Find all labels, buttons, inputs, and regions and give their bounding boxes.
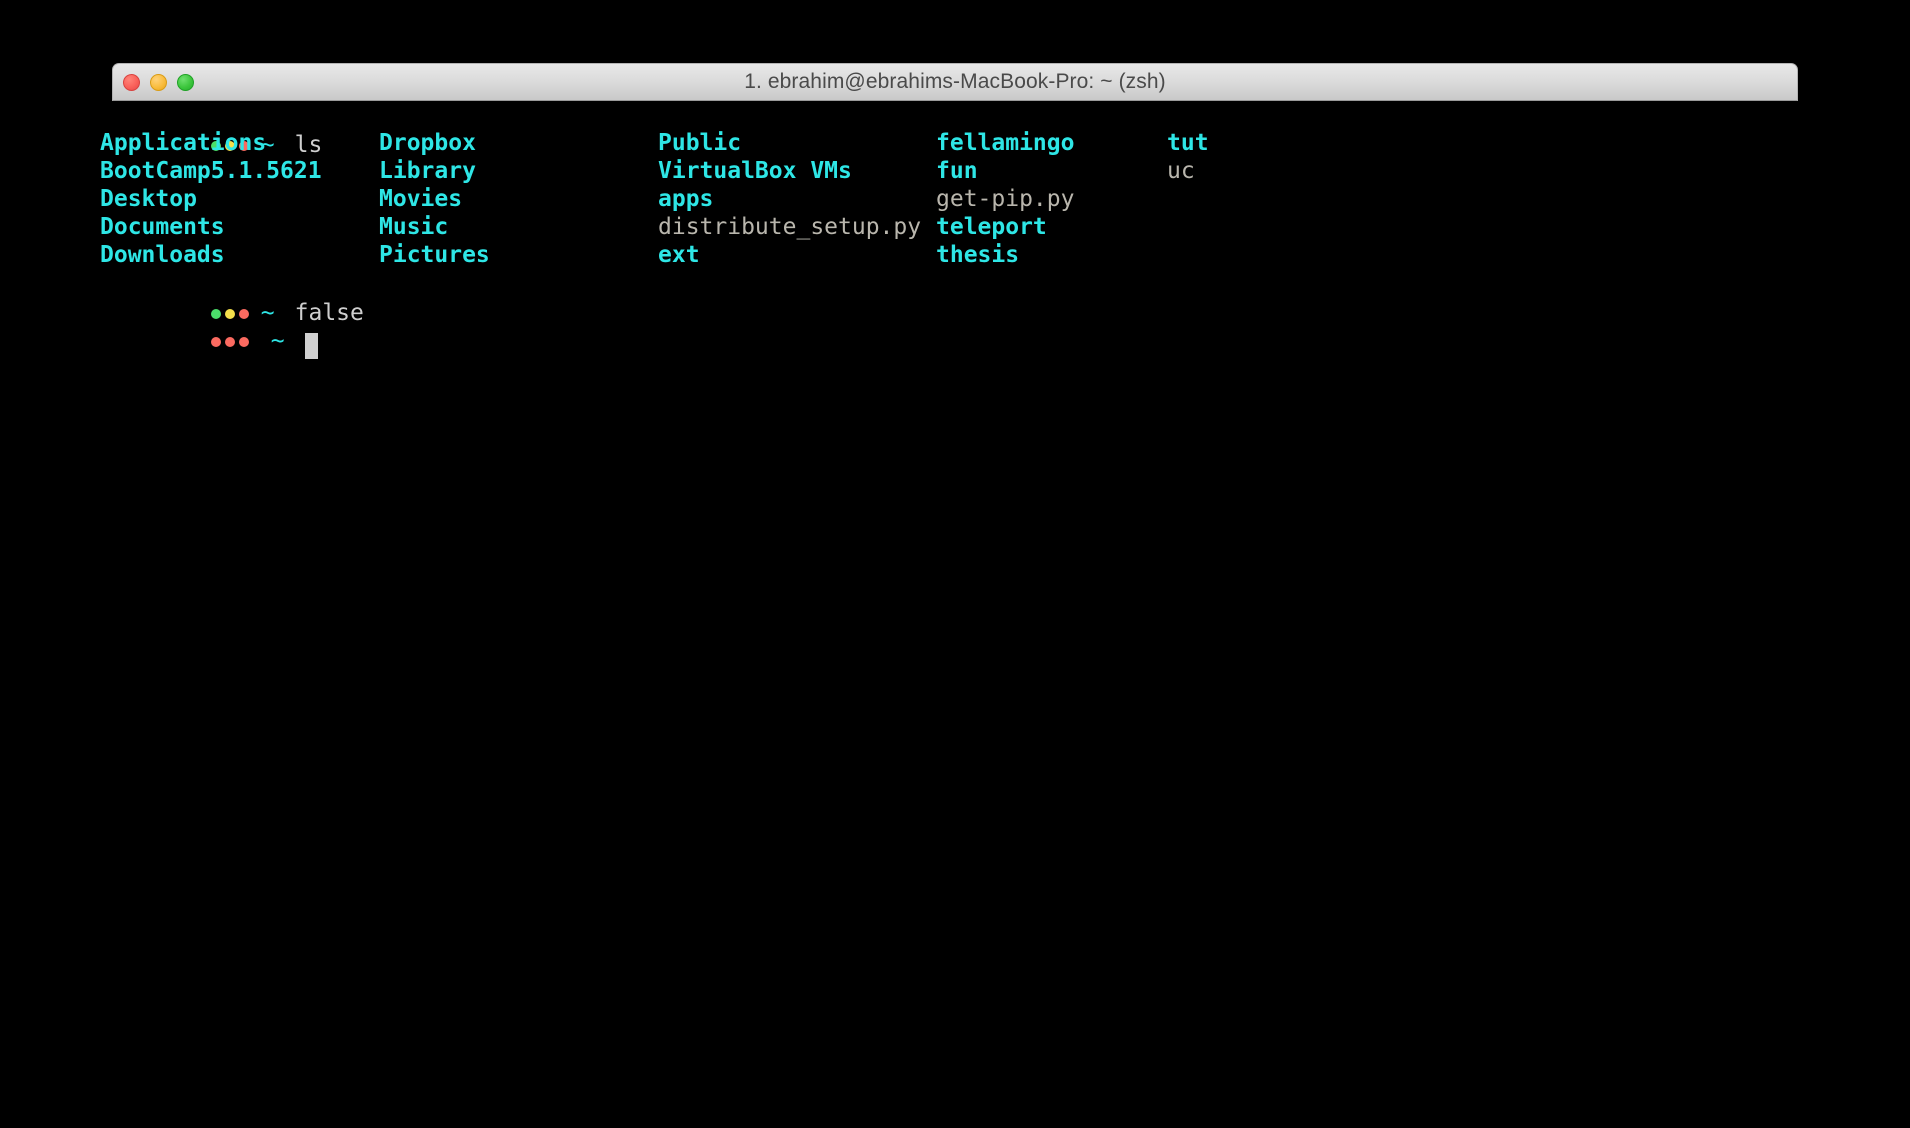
text-cursor[interactable] [304, 333, 318, 359]
status-dot-red [224, 337, 235, 347]
list-item[interactable]: BootCamp5.1.5621 [100, 157, 322, 185]
ls-column-2: Dropbox Library Movies Music Pictures [379, 129, 490, 269]
list-item[interactable]: VirtualBox VMs [658, 157, 921, 185]
list-item[interactable]: Pictures [379, 241, 490, 269]
list-item[interactable]: Public [658, 129, 921, 157]
ls-column-4: fellamingo fun get-pip.py teleport thesi… [936, 129, 1074, 269]
ls-column-1: Applications BootCamp5.1.5621 Desktop Do… [100, 129, 322, 269]
list-item[interactable]: Music [379, 213, 490, 241]
list-item[interactable]: Documents [100, 213, 322, 241]
terminal-output-area[interactable]: ~ ls Applications BootCamp5.1.5621 Deskt… [100, 101, 1810, 1061]
ls-column-5: tut uc [1167, 129, 1209, 185]
status-dot-red [210, 337, 221, 347]
minimize-button-icon[interactable] [150, 73, 167, 91]
list-item[interactable]: Downloads [100, 241, 322, 269]
prompt-status-dots-error [210, 337, 249, 347]
list-item[interactable]: ext [658, 241, 921, 269]
window-titlebar[interactable]: 1. ebrahim@ebrahims-MacBook-Pro: ~ (zsh) [112, 63, 1798, 101]
terminal-line-prompt-ls: ~ ls [100, 101, 322, 158]
list-item[interactable]: uc [1167, 157, 1209, 185]
list-item[interactable]: thesis [936, 241, 1074, 269]
list-item[interactable]: distribute_setup.py [658, 213, 921, 241]
list-item[interactable]: Library [379, 157, 490, 185]
list-item[interactable]: apps [658, 185, 921, 213]
list-item[interactable]: teleport [936, 213, 1074, 241]
list-item[interactable]: fellamingo [936, 129, 1074, 157]
terminal-window: 1. ebrahim@ebrahims-MacBook-Pro: ~ (zsh)… [100, 63, 1810, 1063]
shell-prompt-active: ~ [210, 327, 318, 359]
screen: 1. ebrahim@ebrahims-MacBook-Pro: ~ (zsh)… [0, 0, 1910, 1128]
ls-column-3: Public VirtualBox VMs apps distribute_se… [658, 129, 921, 269]
prompt-path: ~ [270, 328, 285, 354]
list-item[interactable]: Desktop [100, 185, 322, 213]
list-item[interactable]: get-pip.py [936, 185, 1074, 213]
terminal-line-prompt-false: ~ false [100, 269, 364, 326]
terminal-line-active-prompt[interactable]: ~ [100, 297, 318, 359]
list-item[interactable]: Movies [379, 185, 490, 213]
list-item[interactable]: Dropbox [379, 129, 490, 157]
window-controls [123, 64, 194, 100]
list-item[interactable]: tut [1167, 129, 1209, 157]
maximize-button-icon[interactable] [177, 73, 194, 91]
status-dot-red [238, 337, 249, 347]
list-item[interactable]: fun [936, 157, 1074, 185]
list-item[interactable]: Applications [100, 129, 322, 157]
window-title: 1. ebrahim@ebrahims-MacBook-Pro: ~ (zsh) [744, 70, 1166, 93]
close-button-icon[interactable] [123, 73, 140, 91]
